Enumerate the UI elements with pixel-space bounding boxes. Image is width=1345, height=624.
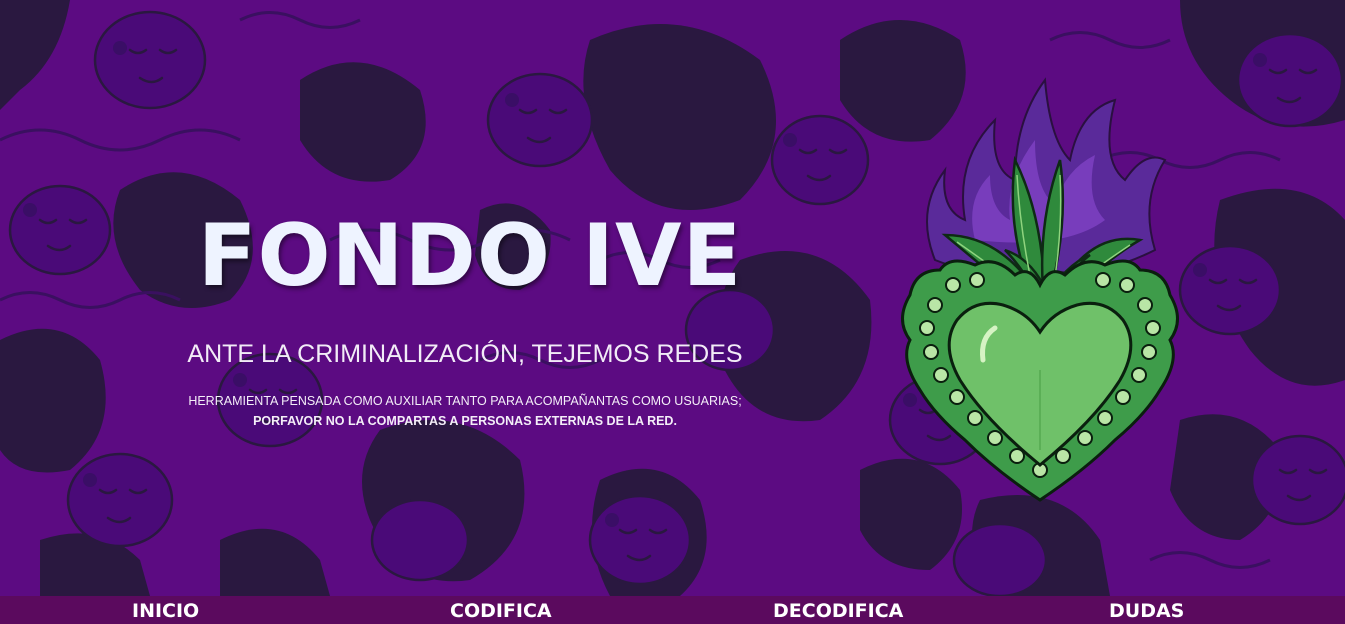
nav-item-decodifica[interactable]: DECODIFICA (670, 596, 1040, 624)
hero-section: FONDO IVE ANTE LA CRIMINALIZACIÓN, TEJEM… (0, 0, 1345, 596)
nav-item-inicio[interactable]: INICIO (0, 596, 210, 624)
description-line-1: HERRAMIENTA PENSADA COMO AUXILIAR TANTO … (188, 394, 742, 408)
nav-item-codifica[interactable]: CODIFICA (210, 596, 670, 624)
page-title: FONDO IVE (197, 206, 743, 306)
main-navigation: INICIO CODIFICA DECODIFICA DUDAS (0, 596, 1345, 624)
sacred-heart-icon (901, 77, 1179, 502)
hero-description: HERRAMIENTA PENSADA COMO AUXILIAR TANTO … (150, 391, 780, 431)
description-line-2: PORFAVOR NO LA COMPARTAS A PERSONAS EXTE… (253, 414, 677, 428)
nav-item-dudas[interactable]: DUDAS (1040, 596, 1345, 624)
hero-subtitle: ANTE LA CRIMINALIZACIÓN, TEJEMOS REDES (187, 340, 743, 368)
